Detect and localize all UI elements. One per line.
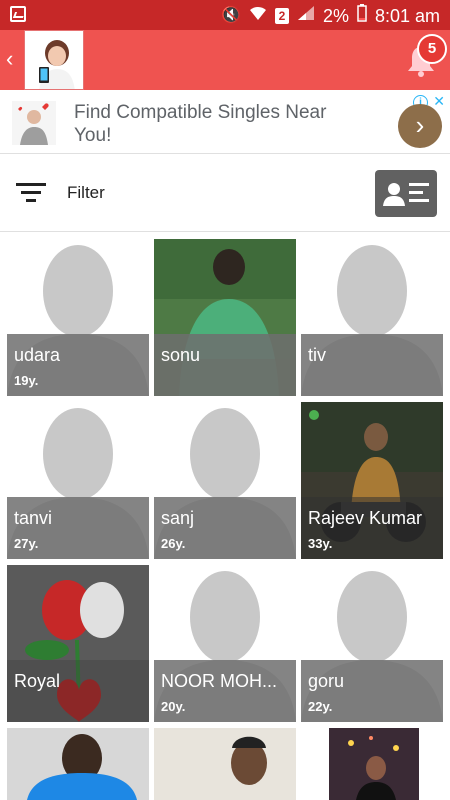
profile-name: NOOR MOH... xyxy=(161,671,277,691)
online-indicator xyxy=(309,410,319,420)
profile-card[interactable]: NOOR MOH... 20y. xyxy=(154,565,296,722)
ad-cta-button[interactable]: › xyxy=(398,104,442,148)
clock: 8:01 am xyxy=(374,5,440,26)
profile-card[interactable]: sonu xyxy=(154,239,296,396)
profile-age: 33y. xyxy=(308,536,333,551)
filter-bar: Filter xyxy=(0,155,450,232)
filter-icon[interactable] xyxy=(16,183,46,203)
profile-name: Rajeev Kumar xyxy=(308,508,423,528)
wifi-icon xyxy=(249,5,267,27)
ad-image xyxy=(12,101,56,145)
profile-name: sonu xyxy=(161,345,201,365)
profile-photo xyxy=(154,728,296,800)
profile-photo xyxy=(7,728,149,800)
profile-card[interactable] xyxy=(154,728,296,800)
profile-age: 27y. xyxy=(14,536,39,551)
profile-age: 22y. xyxy=(308,699,333,714)
status-bar: 🔇 2 2% 8:01 am xyxy=(0,0,450,30)
chevron-left-icon[interactable]: ‹ xyxy=(6,48,13,70)
profile-card[interactable]: goru 22y. xyxy=(301,565,443,722)
avatar[interactable] xyxy=(24,30,84,90)
profile-card[interactable]: Royal xyxy=(7,565,149,722)
filter-label[interactable]: Filter xyxy=(67,183,105,203)
close-icon[interactable]: ✕ xyxy=(433,93,445,110)
ad-text[interactable]: Find Compatible Singles Near You! xyxy=(74,101,364,147)
profile-card[interactable] xyxy=(301,728,443,800)
profile-name: udara xyxy=(14,345,61,365)
profile-name: Royal xyxy=(14,671,61,691)
ad-banner[interactable]: Find Compatible Singles Near You! i ✕ › xyxy=(0,93,450,154)
profile-card[interactable]: Rajeev Kumar 33y. xyxy=(301,402,443,559)
profile-photo xyxy=(301,728,443,800)
profile-card[interactable] xyxy=(7,728,149,800)
mute-icon: 🔇 xyxy=(221,7,241,24)
profile-card[interactable]: udara 19y. xyxy=(7,239,149,396)
profile-name: tiv xyxy=(308,345,326,365)
profile-card[interactable]: tanvi 27y. xyxy=(7,402,149,559)
sim-indicator: 2 xyxy=(274,8,289,24)
status-icons: 🔇 2 2% 8:01 am xyxy=(221,4,440,28)
battery-percent: 2% xyxy=(322,5,349,26)
notification-badge[interactable]: 5 xyxy=(417,34,447,64)
signal-icon xyxy=(297,5,315,27)
profile-name: goru xyxy=(308,671,345,691)
profile-name: tanvi xyxy=(14,508,53,528)
profile-age: 26y. xyxy=(161,536,186,551)
profile-card[interactable]: tiv xyxy=(301,239,443,396)
battery-icon xyxy=(357,4,367,28)
profile-name: sanj xyxy=(161,508,195,528)
profile-card[interactable]: sanj 26y. xyxy=(154,402,296,559)
profile-age: 19y. xyxy=(14,373,39,388)
gallery-notification-icon xyxy=(10,6,26,22)
profile-age: 20y. xyxy=(161,699,186,714)
contact-card-button[interactable] xyxy=(375,170,437,217)
